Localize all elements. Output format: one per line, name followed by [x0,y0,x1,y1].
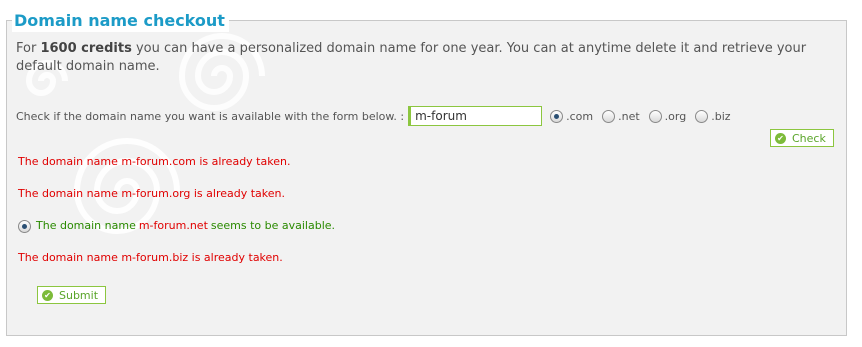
result-net: The domain name m-forum.net seems to be … [18,219,335,233]
result-net-prefix: The domain name [36,219,136,232]
extension-label-org: .org [664,109,687,123]
credits-amount: 1600 credits [40,41,132,56]
intro-prefix: For [16,41,37,56]
result-org: The domain name m-forum.org is already t… [18,187,285,200]
intro-suffix: you can have a personalized domain name … [16,41,807,74]
result-net-suffix: seems to be available. [210,219,336,232]
check-icon: ✔ [775,132,786,144]
submit-button-label: Submit [59,288,99,302]
submit-button[interactable]: ✔ Submit [37,286,107,304]
check-icon: ✔ [42,289,53,301]
radio-biz[interactable] [695,109,709,123]
radio-net[interactable] [602,109,616,123]
extension-label-com: .com [566,109,594,123]
extension-option-org[interactable]: .org [648,109,687,123]
intro-text: For 1600 credits you can have a personal… [16,40,838,76]
radio-com[interactable] [550,109,564,123]
radio-org[interactable] [648,109,662,123]
checkout-panel: For 1600 credits you can have a personal… [6,20,847,336]
extension-option-com[interactable]: .com [550,109,594,123]
extension-label-biz: .biz [711,109,731,123]
check-button[interactable]: ✔ Check [770,129,834,147]
result-com: The domain name m-forum.com is already t… [18,155,291,168]
check-label: Check if the domain name you want is ava… [16,109,405,123]
result-biz: The domain name m-forum.biz is already t… [18,251,283,264]
extension-label-net: .net [618,109,640,123]
extension-option-biz[interactable]: .biz [695,109,731,123]
domain-check-form: Check if the domain name you want is ava… [16,105,740,127]
result-net-domain: m-forum.net [138,219,208,232]
radio-select-net[interactable] [18,219,31,233]
page-title: Domain name checkout [12,10,229,32]
check-button-label: Check [792,131,826,145]
domain-name-input[interactable] [408,106,543,126]
extension-option-net[interactable]: .net [602,109,640,123]
